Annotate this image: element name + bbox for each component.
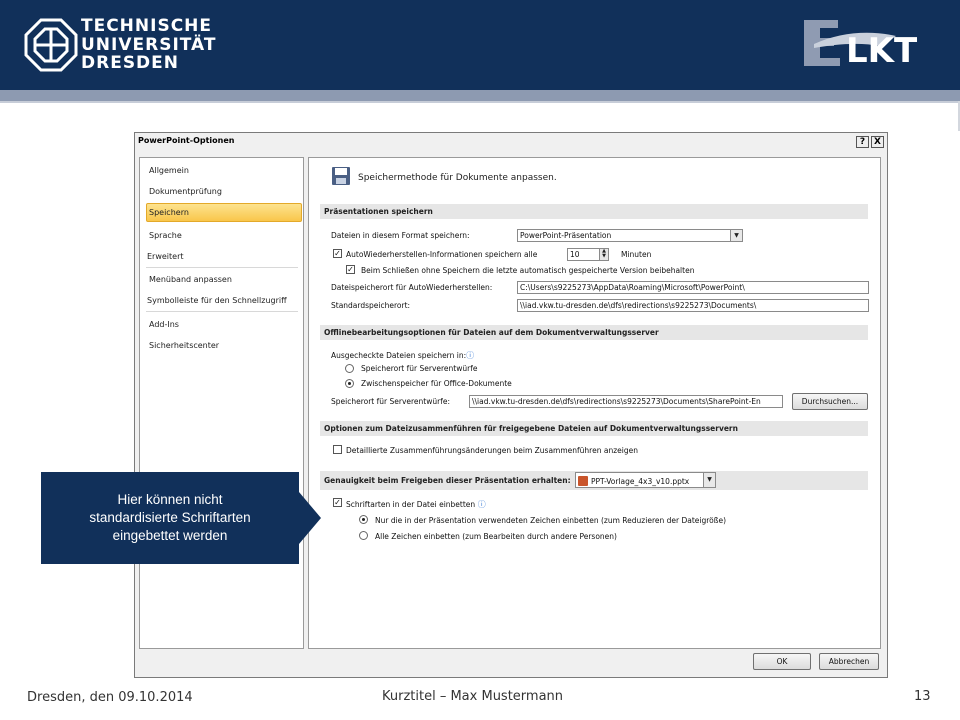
section-praesentationen-speichern: Präsentationen speichern [320,204,868,219]
nav-item-sprache[interactable]: Sprache [149,231,182,240]
checked-out-label: Ausgecheckte Dateien speichern in:ⓘ [331,350,474,361]
format-dropdown[interactable]: PowerPoint-Präsentation ▼ [517,229,743,242]
callout-line-2: standardisierte Schriftarten [89,510,251,525]
tud-line-3: DRESDEN [81,53,180,73]
section-offline: Offlinebearbeitungsoptionen für Dateien … [320,325,868,340]
nav-separator [146,311,298,312]
slide: TECHNISCHE UNIVERSITÄT DRESDEN LKT Power… [0,0,960,720]
header-strip [0,90,960,101]
options-content: Speichermethode für Dokumente anpassen. … [308,157,881,649]
nav-item-speichern[interactable]: Speichern [146,203,302,222]
radio-office-cache[interactable] [345,379,354,388]
nav-item-menueband[interactable]: Menüband anpassen [149,275,232,284]
nav-item-dokumentpruefung[interactable]: Dokumentprüfung [149,187,222,196]
keep-version-checkbox[interactable]: ✓ [346,265,355,274]
content-heading: Speichermethode für Dokumente anpassen. [358,173,557,183]
header-divider [0,101,960,103]
callout-arrow-icon [299,492,321,544]
callout-line-1: Hier können nicht [117,492,223,507]
format-value: PowerPoint-Präsentation [520,231,612,240]
footer-page-number: 13 [914,689,931,704]
embed-fonts-label: Schriftarten in der Datei einbetten ⓘ [346,499,486,510]
fidelity-file-dropdown[interactable]: PPT-Vorlage_4x3_v10.pptx ▼ [575,472,716,488]
autorecover-path-label: Dateispeicherort für AutoWiederherstelle… [331,283,493,292]
callout-box: Hier können nicht standardisierte Schrif… [41,472,299,564]
chevron-down-icon: ▼ [730,230,742,241]
nav-item-sicherheitscenter[interactable]: Sicherheitscenter [149,341,219,350]
help-button[interactable]: ? [856,136,869,148]
info-icon: ⓘ [475,500,486,509]
chevron-down-icon: ▼ [703,473,715,487]
autorecover-minutes-input[interactable]: 10 ▲ ▼ [567,248,609,261]
radio-embed-all[interactable] [359,531,368,540]
nav-item-addins[interactable]: Add-Ins [149,320,179,329]
nav-separator [146,267,298,268]
autorecover-minutes-value: 10 [570,250,580,259]
dialog-title: PowerPoint-Optionen [138,136,235,145]
radio-office-cache-label: Zwischenspeicher für Office-Dokumente [361,379,512,388]
tud-line-2: UNIVERSITÄT [81,34,217,55]
section-merge: Optionen zum Dateizusammenführen für fre… [320,421,868,436]
embed-fonts-checkbox[interactable]: ✓ [333,498,342,507]
default-path-input[interactable]: \\iad.vkw.tu-dresden.de\dfs\redirections… [517,299,869,312]
autorecover-label: AutoWiederherstellen-Informationen speic… [346,250,538,259]
nav-item-allgemein[interactable]: Allgemein [149,166,189,175]
tud-wordmark: TECHNISCHE UNIVERSITÄT DRESDEN [81,17,217,73]
radio-server-drafts[interactable] [345,364,354,373]
spinner-icon: ▲ ▼ [599,249,608,260]
ok-button[interactable]: OK [753,653,811,670]
tud-logo-icon [24,18,78,72]
lkt-logo-text: LKT [846,31,918,71]
nav-item-erweitert[interactable]: Erweitert [147,252,184,261]
embed-fonts-text: Schriftarten in der Datei einbetten [346,500,476,509]
footer-title: Kurztitel – Max Mustermann [382,689,564,704]
fidelity-file-value: PPT-Vorlage_4x3_v10.pptx [591,477,690,486]
autorecover-path-input[interactable]: C:\Users\s9225273\AppData\Roaming\Micros… [517,281,869,294]
merge-details-checkbox[interactable] [333,445,342,454]
footer-date: Dresden, den 09.10.2014 [27,690,193,705]
powerpoint-options-dialog: PowerPoint-Optionen ? X Allgemein Dokume… [134,132,888,678]
pptx-file-icon [578,476,588,486]
cancel-button[interactable]: Abbrechen [819,653,879,670]
merge-details-label: Detaillierte Zusammenführungsänderungen … [346,446,638,455]
tud-line-1: TECHNISCHE [81,16,213,36]
save-icon [332,167,350,185]
default-path-label: Standardspeicherort: [331,301,411,310]
nav-item-schnellzugriff[interactable]: Symbolleiste für den Schnellzugriff [147,296,287,305]
format-label: Dateien in diesem Format speichern: [331,231,470,240]
drafts-path-input[interactable]: \\iad.vkw.tu-dresden.de\dfs\redirections… [469,395,783,408]
lkt-logo: LKT [804,20,918,71]
checked-out-text: Ausgecheckte Dateien speichern in: [331,351,467,360]
drafts-path-label: Speicherort für Serverentwürfe: [331,397,450,406]
browse-button[interactable]: Durchsuchen... [792,393,868,410]
radio-embed-used[interactable] [359,515,368,524]
close-button[interactable]: X [871,136,884,148]
radio-embed-used-label: Nur die in der Präsentation verwendeten … [375,516,726,525]
callout-line-3: eingebettet werden [112,528,228,543]
radio-embed-all-label: Alle Zeichen einbetten (zum Bearbeiten d… [375,532,617,541]
options-nav: Allgemein Dokumentprüfung Speichern Spra… [139,157,304,649]
autorecover-checkbox[interactable]: ✓ [333,249,342,258]
radio-server-drafts-label: Speicherort für Serverentwürfe [361,364,478,373]
keep-version-label: Beim Schließen ohne Speichern die letzte… [361,266,695,275]
autorecover-unit: Minuten [621,250,652,259]
info-icon: ⓘ [466,351,475,360]
